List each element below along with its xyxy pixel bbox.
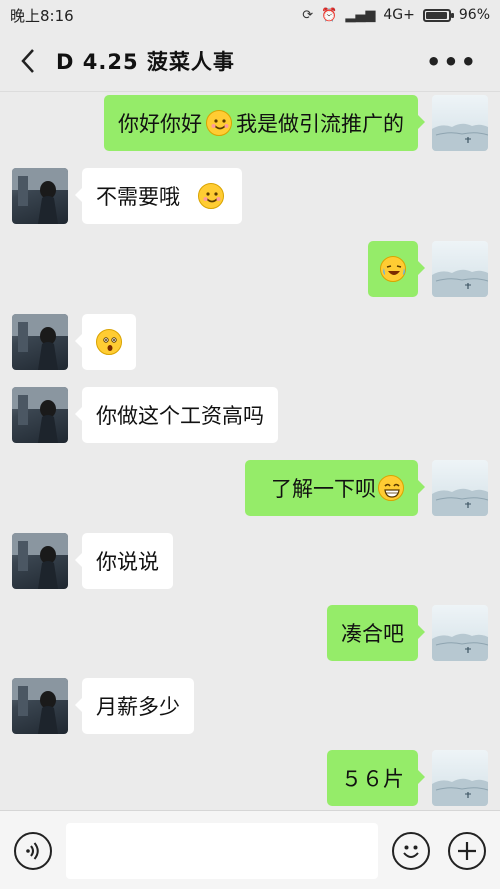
message-bubble[interactable] <box>75 314 136 370</box>
surprised-emoji-icon <box>96 329 122 355</box>
laugh-cry-emoji-icon <box>380 256 406 282</box>
plus-icon <box>458 842 476 860</box>
message-list[interactable]: 你好你好 我是做引流推广的 不需要哦 你做这个工资高吗 了解一下呗 你说说 凑合… <box>0 92 500 810</box>
self-avatar[interactable] <box>432 750 488 806</box>
status-icons: ⟳ ⏰ ▂▄▆ 4G+ 96% <box>302 7 490 23</box>
voice-icon <box>26 842 39 860</box>
self-avatar[interactable] <box>432 241 488 297</box>
battery-icon <box>422 8 454 22</box>
network-label: 4G+ <box>383 7 415 23</box>
message-text: 了解一下呗 <box>271 477 376 501</box>
message-text: 不需要哦 <box>96 185 180 209</box>
voice-button[interactable] <box>14 832 52 870</box>
chat-header: D 4.25 菠菜人事 ••• <box>0 30 500 92</box>
message-bubble[interactable]: ５６片 <box>327 750 425 806</box>
sync-icon: ⟳ <box>302 7 314 23</box>
message-bubble[interactable]: 月薪多少 <box>75 678 194 734</box>
status-time: 晚上8:16 <box>10 6 74 25</box>
contact-avatar[interactable] <box>12 168 68 224</box>
contact-avatar[interactable] <box>12 387 68 443</box>
message-text: ５６片 <box>341 767 404 791</box>
alarm-icon: ⏰ <box>321 7 338 23</box>
smiley-icon <box>403 845 419 858</box>
message-bubble[interactable]: 凑合吧 <box>327 605 425 661</box>
contact-avatar[interactable] <box>12 314 68 370</box>
back-button[interactable] <box>0 30 56 92</box>
more-options-button[interactable]: ••• <box>426 48 478 76</box>
self-avatar[interactable] <box>432 95 488 151</box>
message-text: 你做这个工资高吗 <box>96 404 264 428</box>
message-text: 月薪多少 <box>96 695 180 719</box>
contact-avatar[interactable] <box>12 678 68 734</box>
message-bubble[interactable] <box>368 241 425 297</box>
signal-icon: ▂▄▆ <box>345 7 376 23</box>
message-input[interactable] <box>66 823 378 879</box>
chat-title: D 4.25 菠菜人事 <box>56 49 235 74</box>
self-avatar[interactable] <box>432 460 488 516</box>
smile-emoji-icon <box>198 183 224 209</box>
battery-percent: 96% <box>458 7 490 23</box>
message-bubble[interactable]: 你做这个工资高吗 <box>75 387 278 443</box>
contact-avatar[interactable] <box>12 533 68 589</box>
grin-emoji-icon <box>378 475 404 501</box>
message-text: 你说说 <box>96 550 159 574</box>
message-bubble[interactable]: 不需要哦 <box>75 168 242 224</box>
message-bubble[interactable]: 你好你好 我是做引流推广的 <box>104 95 425 151</box>
message-bubble[interactable]: 你说说 <box>75 533 173 589</box>
input-bar <box>0 810 500 889</box>
message-text: 我是做引流推广的 <box>236 112 404 136</box>
emoji-button[interactable] <box>392 832 430 870</box>
message-text: 你好你好 <box>118 112 202 136</box>
status-bar: 晚上8:16 ⟳ ⏰ ▂▄▆ 4G+ 96% <box>0 0 500 30</box>
self-avatar[interactable] <box>432 605 488 661</box>
add-button[interactable] <box>448 832 486 870</box>
message-bubble[interactable]: 了解一下呗 <box>245 460 425 516</box>
message-text: 凑合吧 <box>341 622 404 646</box>
chevron-left-icon <box>21 48 34 73</box>
smile-emoji-icon <box>206 110 232 136</box>
more-icon: ••• <box>425 48 478 76</box>
